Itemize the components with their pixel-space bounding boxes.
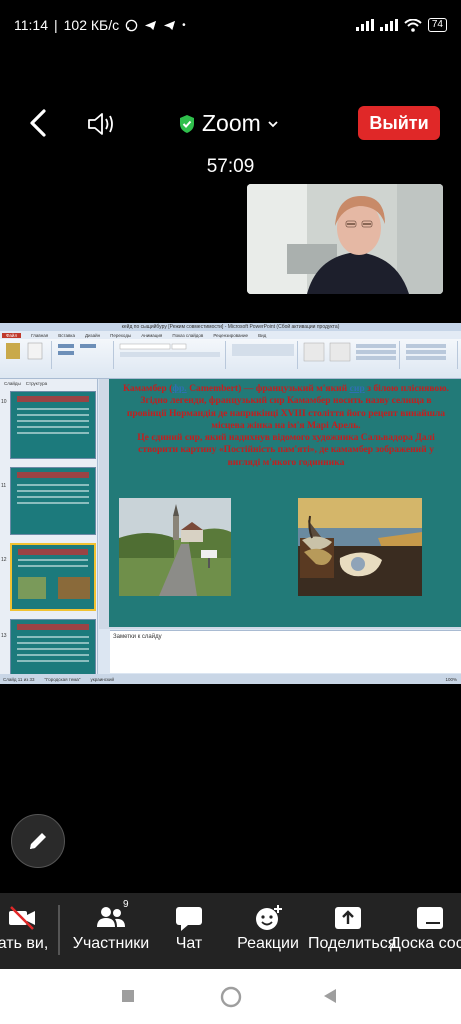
village-photo-image	[119, 498, 231, 596]
telegram-icon-2	[164, 20, 176, 30]
whiteboard-icon	[417, 907, 443, 929]
pp-ribbon-tabs: Файл Главная Вставка Дизайн Переходы Ани…	[0, 331, 461, 339]
pp-panel-tab-slides[interactable]: Слайды	[4, 381, 21, 386]
chevron-down-icon	[268, 120, 278, 127]
slide-link-fr[interactable]: фр.	[172, 383, 186, 394]
video-button[interactable]: ать ви,	[0, 893, 56, 969]
share-label: Поделиться	[308, 935, 397, 952]
village-photo	[119, 498, 231, 596]
pp-tab-view[interactable]: Вид	[258, 333, 266, 338]
current-slide[interactable]: Камамбер (фр. Camembert) — французький м…	[109, 379, 461, 627]
pp-window-title: кейд по сыщийбуру [Режим совместимости] …	[0, 323, 461, 331]
shield-check-icon	[180, 114, 194, 133]
slide-thumb-number: 11	[1, 483, 7, 489]
pp-ribbon-icons	[6, 342, 446, 362]
battery-indicator: 74	[427, 18, 447, 32]
slide-thumb-selected[interactable]	[10, 543, 96, 611]
meeting-toolbar: ать ви, 9 Участники Чат Реакции Поделить…	[0, 893, 461, 969]
app-name: Zoom	[202, 110, 261, 136]
pp-panel-tab-outline[interactable]: Структура	[26, 381, 47, 386]
meeting-title[interactable]: Zoom	[178, 110, 279, 137]
pencil-icon	[30, 833, 46, 849]
slide-link-cheese[interactable]: сир	[350, 383, 365, 394]
shared-screen[interactable]: кейд по сыщийбуру [Режим совместимости] …	[0, 323, 461, 684]
pp-tab-review[interactable]: Рецензирование	[213, 333, 248, 338]
chat-icon	[176, 907, 202, 931]
whatsapp-icon	[125, 19, 138, 31]
pp-ribbon	[0, 339, 461, 379]
slide-body-text: Камамбер (фр. Camembert) — французький м…	[123, 383, 449, 468]
chat-button[interactable]: Чат	[164, 893, 214, 969]
pp-zoom[interactable]: 100%	[445, 677, 461, 682]
participant-video[interactable]	[247, 184, 443, 294]
toolbar-divider	[58, 905, 60, 955]
pp-tab-insert[interactable]: Вставка	[58, 333, 75, 338]
dali-painting	[298, 498, 422, 596]
pp-tab-animation[interactable]: Анимация	[141, 333, 162, 338]
slide-notes-area[interactable]: Заметки к слайду	[110, 630, 461, 673]
slide-thumb[interactable]	[10, 467, 96, 535]
chat-label: Чат	[175, 935, 203, 952]
signal-icon	[355, 19, 374, 31]
network-speed: 102 КБ/с	[63, 17, 120, 33]
speaker-icon[interactable]	[86, 110, 116, 138]
participants-label: Участники	[72, 935, 150, 952]
pp-tab-home[interactable]: Главная	[31, 333, 48, 338]
back-arrow-icon[interactable]	[24, 108, 54, 138]
home-icon[interactable]	[220, 986, 242, 1008]
pp-panel-tabs: Слайды Структура	[0, 379, 97, 388]
slide-thumb-number: 10	[1, 399, 7, 405]
video-off-icon	[9, 906, 35, 930]
telegram-icon	[145, 20, 157, 30]
leave-button[interactable]: Выйти	[358, 106, 440, 140]
participants-count-badge: 9	[123, 899, 129, 910]
slide-thumb[interactable]	[10, 391, 96, 459]
status-bar: 11:14 | 102 КБ/с • 74	[0, 0, 461, 50]
share-icon	[335, 907, 361, 929]
slide-thumb-number: 12	[1, 557, 7, 563]
pp-slide-info: Слайд 11 из 33	[3, 676, 35, 682]
back-icon[interactable]	[322, 988, 338, 1004]
dot-icon: •	[182, 19, 186, 31]
slide-thumb-number: 13	[1, 633, 7, 639]
system-nav-bar	[0, 969, 461, 1024]
reactions-button[interactable]: Реакции	[232, 893, 304, 969]
pp-tab-file[interactable]: Файл	[2, 332, 22, 338]
reactions-label: Реакции	[237, 935, 299, 952]
wifi-icon	[404, 18, 422, 32]
meeting-timer: 57:09	[206, 156, 255, 177]
annotate-button[interactable]	[11, 814, 65, 868]
reactions-icon	[256, 905, 282, 930]
whiteboard-label: Доска сос	[390, 935, 461, 952]
recents-icon[interactable]	[121, 989, 135, 1003]
participant-video-image	[247, 184, 443, 294]
participants-button[interactable]: 9 Участники	[66, 893, 156, 969]
whiteboard-button[interactable]: Доска сос	[390, 893, 461, 969]
pp-status-bar: Слайд 11 из 33 "Городская тема" украинск…	[0, 674, 461, 684]
status-time: 11:14	[14, 17, 48, 33]
signal-icon-2	[379, 19, 398, 31]
pp-theme-name: "Городская тема"	[44, 676, 81, 682]
pp-slide-area[interactable]: Камамбер (фр. Camembert) — французький м…	[99, 379, 461, 629]
pp-tab-slideshow[interactable]: Показ слайдов	[172, 333, 203, 338]
pp-language: украинский	[90, 676, 114, 682]
pp-tab-design[interactable]: Дизайн	[85, 333, 100, 338]
pp-tab-transitions[interactable]: Переходы	[110, 333, 131, 338]
pp-slides-panel[interactable]: Слайды Структура 10 11 12 13	[0, 379, 98, 684]
dali-painting-image	[298, 498, 422, 596]
notes-placeholder: Заметки к слайду	[113, 634, 162, 640]
video-label: ать ви,	[0, 935, 49, 952]
share-button[interactable]: Поделиться	[308, 893, 397, 969]
